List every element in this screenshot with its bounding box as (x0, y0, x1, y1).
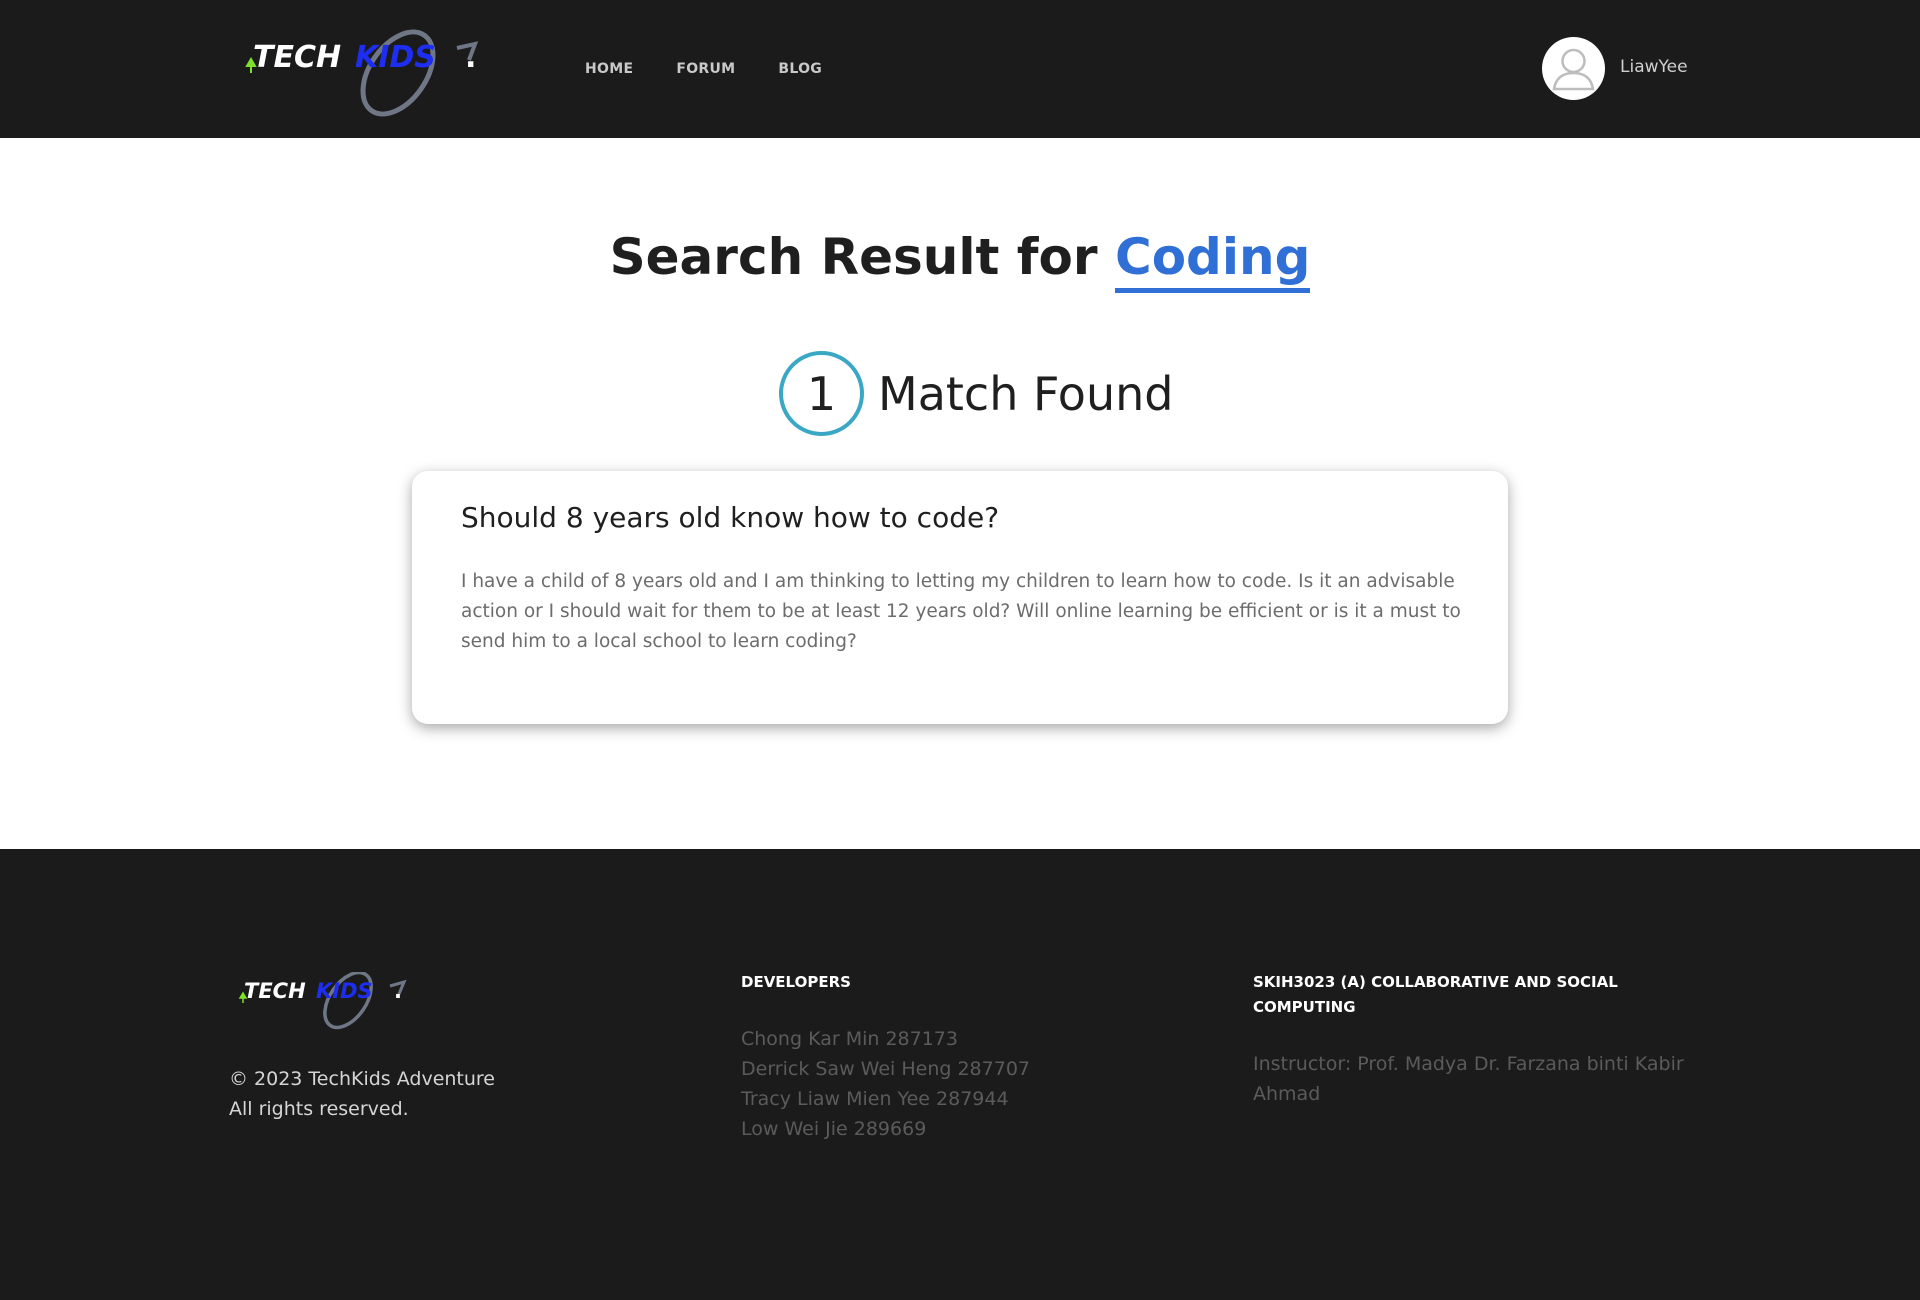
main-nav: HOME FORUM BLOG (585, 61, 822, 77)
match-label: Match Found (878, 366, 1174, 421)
developer-item: Derrick Saw Wei Heng 287707 (741, 1058, 1030, 1080)
match-count-badge: 1 (779, 351, 864, 436)
logo-text-tech: TECH (253, 40, 341, 75)
user-avatar-icon (1552, 48, 1595, 91)
footer-logo-text-tech: TECH (244, 979, 306, 1003)
top-header: TECH KIDS . HOME FORUM BLOG LiawYee (0, 0, 1920, 138)
developer-item: Chong Kar Min 287173 (741, 1028, 958, 1050)
user-avatar[interactable] (1542, 37, 1605, 100)
match-summary: 1 Match Found (779, 351, 1173, 436)
nav-home[interactable]: HOME (585, 61, 633, 77)
result-card[interactable]: Should 8 years old know how to code? I h… (412, 471, 1508, 724)
search-term: Coding (1115, 228, 1311, 293)
nav-blog[interactable]: BLOG (778, 61, 822, 77)
rights-line: All rights reserved. (229, 1098, 409, 1120)
logo-text-kids: KIDS (355, 40, 436, 75)
username-label[interactable]: LiawYee (1620, 57, 1688, 77)
developer-item: Tracy Liaw Mien Yee 287944 (741, 1088, 1009, 1110)
site-footer: TECH KIDS . © 2023 TechKids Adventure Al… (0, 849, 1920, 1300)
copyright-block: © 2023 TechKids Adventure All rights res… (229, 1064, 495, 1124)
instructor-text: Instructor: Prof. Madya Dr. Farzana bint… (1253, 1053, 1684, 1105)
techkids-logo[interactable]: TECH KIDS . (243, 26, 483, 120)
developers-list: Chong Kar Min 287173 Derrick Saw Wei Hen… (741, 1024, 1030, 1144)
developers-heading: DEVELOPERS (741, 973, 851, 991)
footer-logo-text-kids: KIDS (316, 979, 373, 1003)
search-result-heading: Search Result for Coding (0, 228, 1920, 293)
logo-text-dot: . (465, 40, 476, 75)
footer-logo-graphic: TECH KIDS . (238, 972, 407, 1030)
result-title[interactable]: Should 8 years old know how to code? (461, 501, 999, 534)
footer-logo-text-dot: . (394, 979, 402, 1003)
course-heading: SKIH3023 (A) COLLABORATIVE AND SOCIAL CO… (1253, 973, 1618, 1016)
copyright-line: © 2023 TechKids Adventure (229, 1068, 495, 1090)
search-result-prefix: Search Result for (609, 228, 1098, 286)
result-excerpt: I have a child of 8 years old and I am t… (461, 571, 1461, 652)
nav-forum[interactable]: FORUM (676, 61, 735, 77)
developer-item: Low Wei Jie 289669 (741, 1118, 927, 1140)
techkids-logo-graphic: TECH KIDS . (245, 29, 479, 117)
footer-logo: TECH KIDS . (238, 972, 410, 1032)
